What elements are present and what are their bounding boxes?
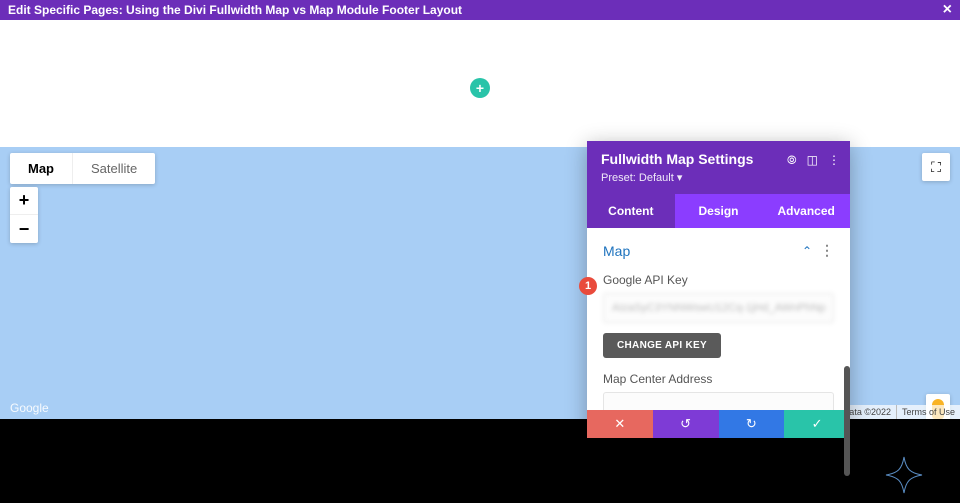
star-decoration [884,455,924,495]
credit-terms[interactable]: Terms of Use [896,405,960,419]
section-more-icon[interactable]: ⋮ [820,242,834,259]
empty-section: + [0,20,960,147]
modal-body: Map ⌃ ⋮ Google API Key CHANGE API KEY Ma… [587,228,850,410]
address-label: Map Center Address [603,372,834,386]
add-section-button[interactable]: + [470,78,490,98]
expand-icon[interactable]: ⦾ [787,153,797,168]
redo-button[interactable]: ↻ [719,410,785,438]
change-api-key-button[interactable]: CHANGE API KEY [603,333,721,358]
modal-tabs: Content Design Advanced [587,194,850,228]
map-type-satellite[interactable]: Satellite [72,153,155,184]
chevron-up-icon[interactable]: ⌃ [802,244,812,258]
cancel-button[interactable]: ✕ [587,410,653,438]
google-logo: Google [10,401,49,415]
scrollbar[interactable] [844,366,850,476]
preset-selector[interactable]: Preset: Default ▾ [601,171,836,184]
fullscreen-button[interactable]: ⛶ [922,153,950,181]
undo-button[interactable]: ↺ [653,410,719,438]
annotation-badge-1: 1 [579,277,597,295]
api-key-label: Google API Key [603,273,834,287]
map-type-control: Map Satellite [10,153,155,184]
tab-design[interactable]: Design [675,194,763,228]
section-title: Map [603,243,630,259]
settings-modal: Fullwidth Map Settings Preset: Default ▾… [587,141,850,438]
more-icon[interactable]: ⋮ [828,153,840,168]
address-input[interactable] [603,392,834,410]
zoom-out-button[interactable]: − [10,215,38,243]
modal-header-icons: ⦾ ◫ ⋮ [787,153,840,168]
save-button[interactable]: ✓ [784,410,850,438]
tab-content[interactable]: Content [587,194,675,228]
map-type-map[interactable]: Map [10,153,72,184]
zoom-control: + − [10,187,38,243]
page-title: Edit Specific Pages: Using the Divi Full… [8,3,462,17]
section-map-header[interactable]: Map ⌃ ⋮ [603,242,834,259]
page-title-bar: Edit Specific Pages: Using the Divi Full… [0,0,960,20]
modal-header[interactable]: Fullwidth Map Settings Preset: Default ▾… [587,141,850,194]
modal-footer: ✕ ↺ ↻ ✓ [587,410,850,438]
api-key-input[interactable] [603,293,834,323]
split-icon[interactable]: ◫ [807,153,818,168]
tab-advanced[interactable]: Advanced [762,194,850,228]
zoom-in-button[interactable]: + [10,187,38,215]
close-icon[interactable]: × [943,1,952,19]
